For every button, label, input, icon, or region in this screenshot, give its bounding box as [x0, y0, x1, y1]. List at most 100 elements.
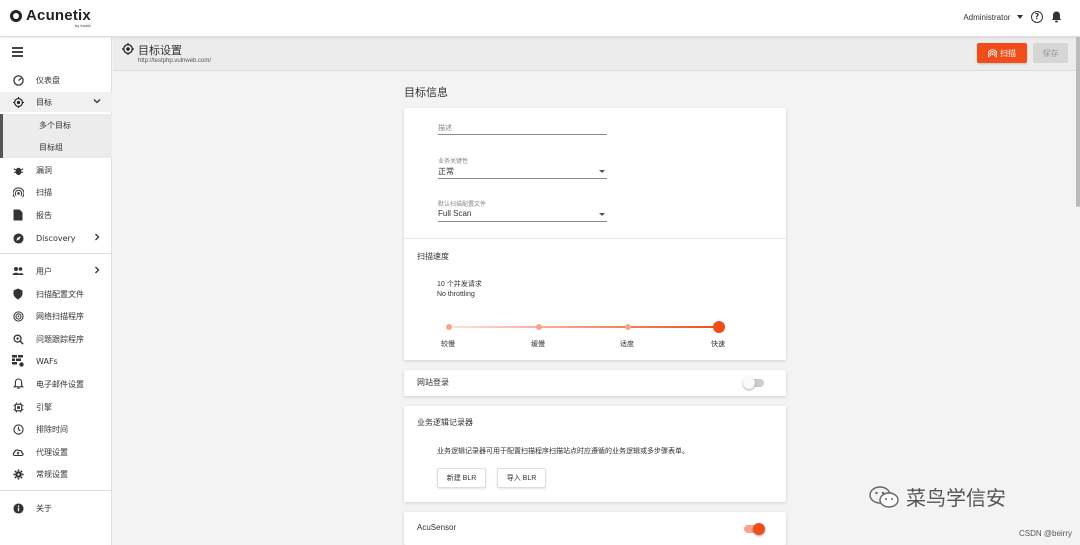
site-login-card: 网站登录 [404, 370, 786, 396]
waf-icon [12, 355, 24, 367]
sidebar-item-wafs[interactable]: WAFs [0, 351, 112, 371]
scan-speed-label: 扫描速度 [417, 252, 449, 261]
dashboard-icon [12, 74, 24, 86]
notification-bell-icon[interactable] [1051, 11, 1062, 23]
sidebar-subitem-target-groups[interactable]: 目标组 [0, 136, 112, 158]
sidebar-item-network-scanner[interactable]: 网络扫描程序 [0, 306, 112, 326]
logo-icon [10, 9, 22, 22]
sidebar-item-label: 电子邮件设置 [36, 379, 84, 389]
scan-profile-label: 默认扫描配置文件 [438, 201, 487, 208]
issue-tracker-icon [12, 333, 24, 345]
sidebar-item-label: 扫描配置文件 [36, 289, 84, 299]
speed-stop-slow[interactable] [536, 324, 542, 330]
app-name: Acunetix [26, 7, 91, 24]
network-scanner-icon [12, 310, 24, 322]
credit-text: CSDN @beirry [1018, 529, 1072, 538]
users-icon [12, 265, 24, 277]
scan-button-label: 扫描 [1000, 48, 1016, 58]
acusensor-label: AcuSensor [417, 523, 457, 532]
bell-outline-icon [12, 378, 24, 390]
new-blr-label: 新建 BLR [446, 475, 477, 482]
sidebar-item-label: Discovery [36, 233, 76, 243]
speed-label-slow: 缓慢 [531, 340, 545, 348]
scan-profile-select[interactable]: 默认扫描配置文件 Full Scan [438, 196, 607, 222]
target-icon [12, 96, 24, 108]
sidebar-item-dashboard[interactable]: 仪表盘 [0, 70, 112, 90]
sidebar-item-label: 常规设置 [36, 469, 68, 479]
blr-description: 业务逻辑记录器可用于配置扫描程序扫描站点时应遵循的业务逻辑或多步骤表单。 [437, 448, 689, 455]
sidebar-item-scans[interactable]: 扫描 [0, 182, 112, 202]
sidebar-subitem-multiple-targets[interactable]: 多个目标 [0, 114, 112, 136]
speed-stop-moderate[interactable] [625, 324, 631, 330]
sidebar-item-label: 关于 [36, 503, 52, 513]
business-criticality-value: 正常 [438, 167, 454, 176]
target-url: http://testphp.vulnweb.com/ [138, 58, 212, 64]
acusensor-card: AcuSensor [404, 512, 786, 545]
site-login-toggle[interactable] [743, 377, 764, 389]
sidebar-item-label: 排除时间 [36, 424, 68, 434]
compass-icon [12, 232, 24, 244]
page-title: 目标设置 [138, 44, 182, 57]
user-name: Administrator [963, 12, 1011, 22]
sidebar-item-label: 用户 [36, 266, 52, 276]
business-criticality-select[interactable]: 业务关键性 正常 [438, 153, 607, 179]
description-field[interactable]: 描述 [438, 118, 607, 135]
sidebar-item-scan-profiles[interactable]: 扫描配置文件 [0, 284, 112, 304]
toggle-knob [753, 523, 765, 535]
sidebar-item-label: 扫描 [36, 187, 52, 197]
sidebar-item-reports[interactable]: 报告 [0, 205, 112, 225]
speed-stop-slower[interactable] [446, 324, 452, 330]
user-menu[interactable]: Administrator [963, 13, 1023, 22]
sidebar-item-label: 网络扫描程序 [36, 311, 84, 321]
top-bar: Acunetix by Invicti Administrator ? [0, 0, 1080, 37]
acusensor-toggle[interactable] [744, 523, 765, 535]
site-login-label: 网站登录 [417, 378, 449, 387]
hamburger-menu-icon[interactable] [12, 47, 23, 59]
scan-icon [12, 186, 24, 198]
section-title: 目标信息 [404, 86, 448, 99]
sidebar-item-label: 仪表盘 [36, 75, 60, 85]
sidebar-item-vulnerabilities[interactable]: 漏洞 [0, 160, 112, 180]
sidebar-item-email-settings[interactable]: 电子邮件设置 [0, 374, 112, 394]
scan-button[interactable]: 扫描 [977, 43, 1027, 63]
blr-title: 业务逻辑记录器 [417, 418, 473, 427]
bug-icon [12, 164, 24, 176]
description-placeholder: 描述 [438, 124, 452, 132]
card-divider [404, 238, 786, 239]
scan-speed-slider-track[interactable] [449, 326, 719, 328]
concurrent-requests-text: 10 个并发请求 [437, 281, 482, 288]
sidebar-item-label: 问题跟踪程序 [36, 334, 84, 344]
sidebar-item-targets[interactable]: 目标 [0, 92, 112, 112]
sidebar-item-users[interactable]: 用户 [0, 261, 112, 281]
watermark-text: 菜鸟学信安 [906, 486, 1006, 510]
import-blr-button[interactable]: 导入 BLR [497, 468, 546, 488]
sidebar-item-issue-trackers[interactable]: 问题跟踪程序 [0, 329, 112, 349]
chevron-right-icon [93, 233, 101, 243]
chevron-down-icon [1017, 15, 1023, 19]
acunetix-logo[interactable]: Acunetix [10, 7, 91, 24]
report-icon [12, 209, 24, 221]
sidebar-item-engines[interactable]: 引擎 [0, 397, 112, 417]
sidebar-item-label: 漏洞 [36, 165, 52, 175]
target-icon [122, 43, 134, 57]
new-blr-button[interactable]: 新建 BLR [437, 468, 486, 488]
chevron-down-icon [599, 170, 605, 173]
speed-slider-handle[interactable] [713, 321, 725, 333]
sidebar-item-general-settings[interactable]: 常规设置 [0, 464, 112, 484]
sidebar-item-discovery[interactable]: Discovery [0, 228, 112, 248]
sidebar-item-proxy-settings[interactable]: 代理设置 [0, 442, 112, 462]
help-icon[interactable]: ? [1031, 11, 1043, 23]
target-info-card: 描述 业务关键性 正常 默认扫描配置文件 Full Scan 扫描速度 10 个… [404, 108, 786, 360]
gear-icon [12, 468, 24, 480]
wechat-icon [869, 485, 899, 508]
throttle-text: No throttling [437, 291, 475, 298]
cloud-icon [12, 446, 24, 458]
sidebar-item-excluded-hours[interactable]: 排除时间 [0, 419, 112, 439]
scan-profile-value: Full Scan [438, 209, 472, 218]
clock-icon [12, 423, 24, 435]
speed-label-fast: 快速 [711, 340, 725, 348]
chevron-down-icon [93, 97, 101, 107]
scrollbar[interactable] [1076, 37, 1080, 207]
save-button[interactable]: 保存 [1033, 43, 1068, 63]
sidebar-item-about[interactable]: 关于 [0, 498, 112, 518]
